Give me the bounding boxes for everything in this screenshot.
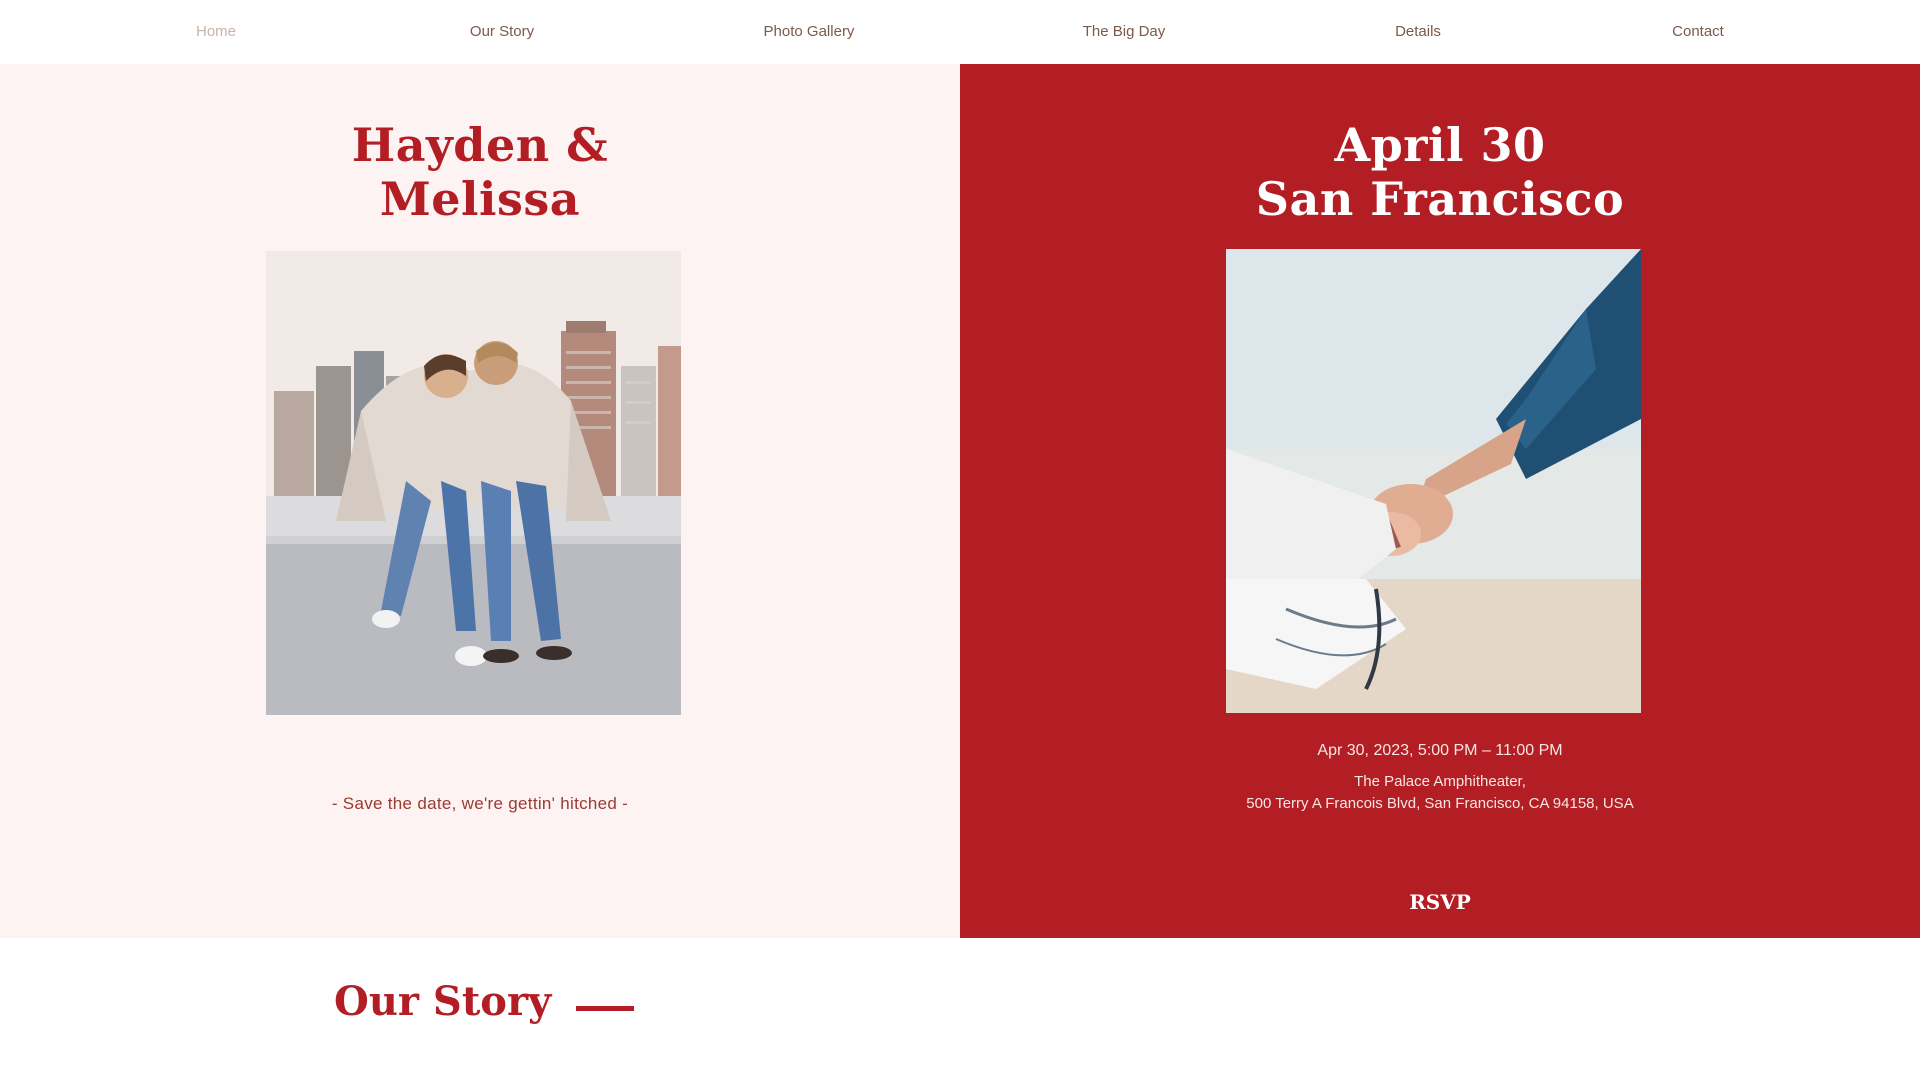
couple-names-line2: Melissa <box>379 172 581 226</box>
our-story-heading: Our Story <box>334 978 552 1025</box>
nav-the-big-day[interactable]: The Big Day <box>1083 23 1166 40</box>
event-datetime: Apr 30, 2023, 5:00 PM – 11:00 PM <box>1317 742 1563 759</box>
nav-our-story[interactable]: Our Story <box>470 23 534 40</box>
date-heading-line2: San Francisco <box>1255 172 1625 226</box>
date-location-heading: April 30 San Francisco <box>960 118 1920 226</box>
couple-photo <box>266 251 681 715</box>
nav-photo-gallery[interactable]: Photo Gallery <box>764 23 855 40</box>
hero-left-panel: Hayden & Melissa - Save the date, we're … <box>0 64 960 938</box>
hero-right-panel: April 30 San Francisco Apr 30, 2023, 5:0… <box>960 64 1920 938</box>
couple-names-heading: Hayden & Melissa <box>0 118 960 226</box>
couple-names-line1: Hayden & <box>351 118 609 172</box>
nav-home[interactable]: Home <box>196 23 236 40</box>
venue-name: The Palace Amphitheater, <box>1354 773 1526 790</box>
top-navigation: Home Our Story Photo Gallery The Big Day… <box>0 0 1920 64</box>
rsvp-button[interactable]: RSVP <box>1390 884 1490 920</box>
nav-details[interactable]: Details <box>1395 23 1441 40</box>
our-story-divider <box>576 1006 634 1011</box>
venue-address: 500 Terry A Francois Blvd, San Francisco… <box>1246 795 1634 812</box>
save-the-date-tagline: - Save the date, we're gettin' hitched - <box>331 794 629 813</box>
nav-contact[interactable]: Contact <box>1672 23 1724 40</box>
date-heading-line1: April 30 <box>1334 118 1546 172</box>
holding-hands-photo <box>1226 249 1641 713</box>
